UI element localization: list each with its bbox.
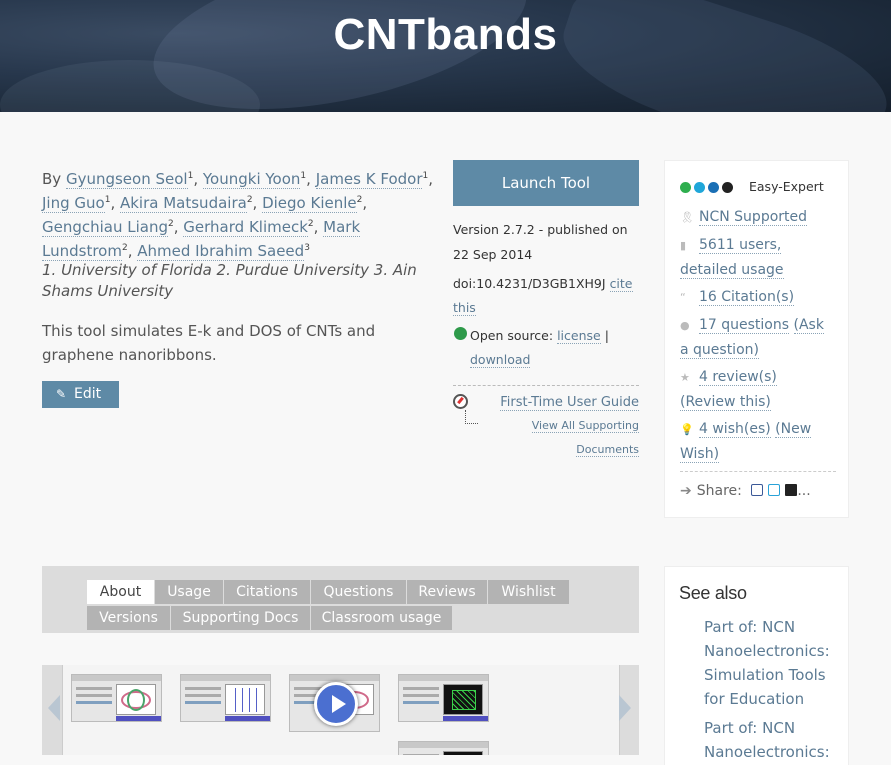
see-also-panel: See also Part of: NCN Nanoelectronics: S… <box>664 566 849 765</box>
play-icon[interactable] <box>314 682 358 726</box>
thumbnail-track <box>62 665 620 755</box>
chart-icon: ▮ <box>680 239 687 252</box>
level-dot <box>722 182 733 193</box>
difficulty-level <box>680 178 736 197</box>
facebook-icon[interactable] <box>751 484 764 496</box>
questions-item[interactable]: ● 17 questions (Ask a question) <box>680 313 836 362</box>
carousel-prev-arrow[interactable] <box>48 695 60 721</box>
doi-text: doi:10.4231/D3GB1XH9J <box>453 276 606 291</box>
usage-item[interactable]: ▮ 5611 users, detailed usage <box>680 233 836 282</box>
screenshot-thumbnail[interactable] <box>398 741 489 755</box>
tab-wishlist[interactable]: Wishlist <box>488 580 569 604</box>
see-also-link[interactable]: Part of: NCN Nanoelectronics: Simulation… <box>704 615 834 711</box>
bulb-icon: 💡 <box>680 423 694 436</box>
tab-classroom-usage[interactable]: Classroom usage <box>311 606 452 630</box>
screenshot-thumbnail[interactable] <box>180 674 271 722</box>
video-thumbnail[interactable] <box>289 674 380 732</box>
tree-connector <box>465 410 478 424</box>
author-link[interactable]: James K Fodor <box>315 170 423 189</box>
see-also-link[interactable]: Part of: NCN Nanoelectronics: <box>704 716 834 764</box>
page-title: CNTbands <box>333 10 558 59</box>
divider <box>453 385 639 386</box>
author-link[interactable]: Gerhard Klimeck <box>183 218 308 237</box>
star-icon: ★ <box>680 371 690 384</box>
meta-list: 🎗 NCN Supported ▮ 5611 users, detailed usa… <box>680 205 836 469</box>
arrow-right-icon: ➔ <box>680 483 692 499</box>
quote-icon: “ <box>680 291 686 304</box>
author-list: By Gyungseon Seol1, Youngki Yoon1, James… <box>42 170 433 261</box>
twitter-icon[interactable] <box>768 484 781 496</box>
open-source-label: Open source: <box>470 328 554 343</box>
wishes-item[interactable]: 💡 4 wish(es) (New Wish) <box>680 417 836 466</box>
supporting-docs-link[interactable]: View All Supporting Documents <box>520 414 639 462</box>
level-dot <box>694 182 705 193</box>
separator: | <box>604 328 609 343</box>
screenshot-thumbnail[interactable] <box>71 674 162 722</box>
author-link[interactable]: Gengchiau Liang <box>42 218 169 237</box>
carousel-next-arrow[interactable] <box>619 695 631 721</box>
license-link[interactable]: license <box>557 328 601 344</box>
tab-about[interactable]: About <box>87 580 154 604</box>
level-dot <box>680 182 691 193</box>
hero-banner: CNTbands <box>0 0 891 112</box>
author-link[interactable]: Gyungseon Seol <box>65 170 188 189</box>
screenshot-carousel <box>42 665 639 755</box>
see-also-title: See also <box>679 583 747 603</box>
divider <box>680 471 836 472</box>
author-link[interactable]: Youngki Yoon <box>202 170 301 189</box>
share-bar: ➔ Share: ... <box>680 481 811 501</box>
compass-icon <box>453 394 468 409</box>
launch-tool-button[interactable]: Launch Tool <box>453 160 639 206</box>
tab-supporting-docs[interactable]: Supporting Docs <box>171 606 310 630</box>
tab-questions[interactable]: Questions <box>311 580 406 604</box>
author-link[interactable]: Akira Matsudaira <box>119 194 247 213</box>
tab-versions[interactable]: Versions <box>87 606 170 630</box>
citations-item[interactable]: “16 Citation(s) <box>680 285 836 310</box>
tab-bar: About Usage Citations Questions Reviews … <box>42 566 639 633</box>
google-plus-icon[interactable] <box>785 484 798 496</box>
open-source-icon <box>454 327 467 340</box>
tab-citations[interactable]: Citations <box>224 580 310 604</box>
affiliations: 1. University of Florida 2. Purdue Unive… <box>42 261 417 300</box>
tool-meta-sidebar: Easy-Expert 🎗 NCN Supported ▮ 5611 users, … <box>664 160 849 518</box>
edit-button[interactable]: ✎ Edit <box>42 381 119 408</box>
ncn-supported-item[interactable]: 🎗 NCN Supported <box>680 205 836 230</box>
reviews-item[interactable]: ★ 4 review(s) (Review this) <box>680 365 836 414</box>
author-link[interactable]: Jing Guo <box>42 194 105 213</box>
ribbon-icon: 🎗 <box>680 211 694 224</box>
user-guide-link[interactable]: First-Time User Guide <box>500 395 639 411</box>
share-more[interactable]: ... <box>797 483 810 499</box>
by-label: By <box>42 170 62 188</box>
author-link[interactable]: Ahmed Ibrahim Saeed <box>137 242 305 261</box>
tab-reviews[interactable]: Reviews <box>407 580 487 604</box>
share-label: Share: <box>696 483 742 499</box>
edit-label: Edit <box>74 386 102 402</box>
screenshot-thumbnail[interactable] <box>398 674 489 722</box>
version-info: Version 2.7.2 - published on 22 Sep 2014 <box>453 222 628 262</box>
chat-icon: ● <box>680 319 690 332</box>
tool-description: This tool simulates E-k and DOS of CNTs … <box>42 322 376 364</box>
level-label: Easy-Expert <box>749 179 824 194</box>
doi-info: doi:10.4231/D3GB1XH9J cite this <box>453 272 639 320</box>
level-dot <box>708 182 719 193</box>
pencil-icon: ✎ <box>56 387 67 401</box>
open-source-info: Open source: license | download <box>453 324 639 372</box>
tab-usage[interactable]: Usage <box>155 580 223 604</box>
download-link[interactable]: download <box>470 352 531 368</box>
author-link[interactable]: Diego Kienle <box>262 194 357 213</box>
